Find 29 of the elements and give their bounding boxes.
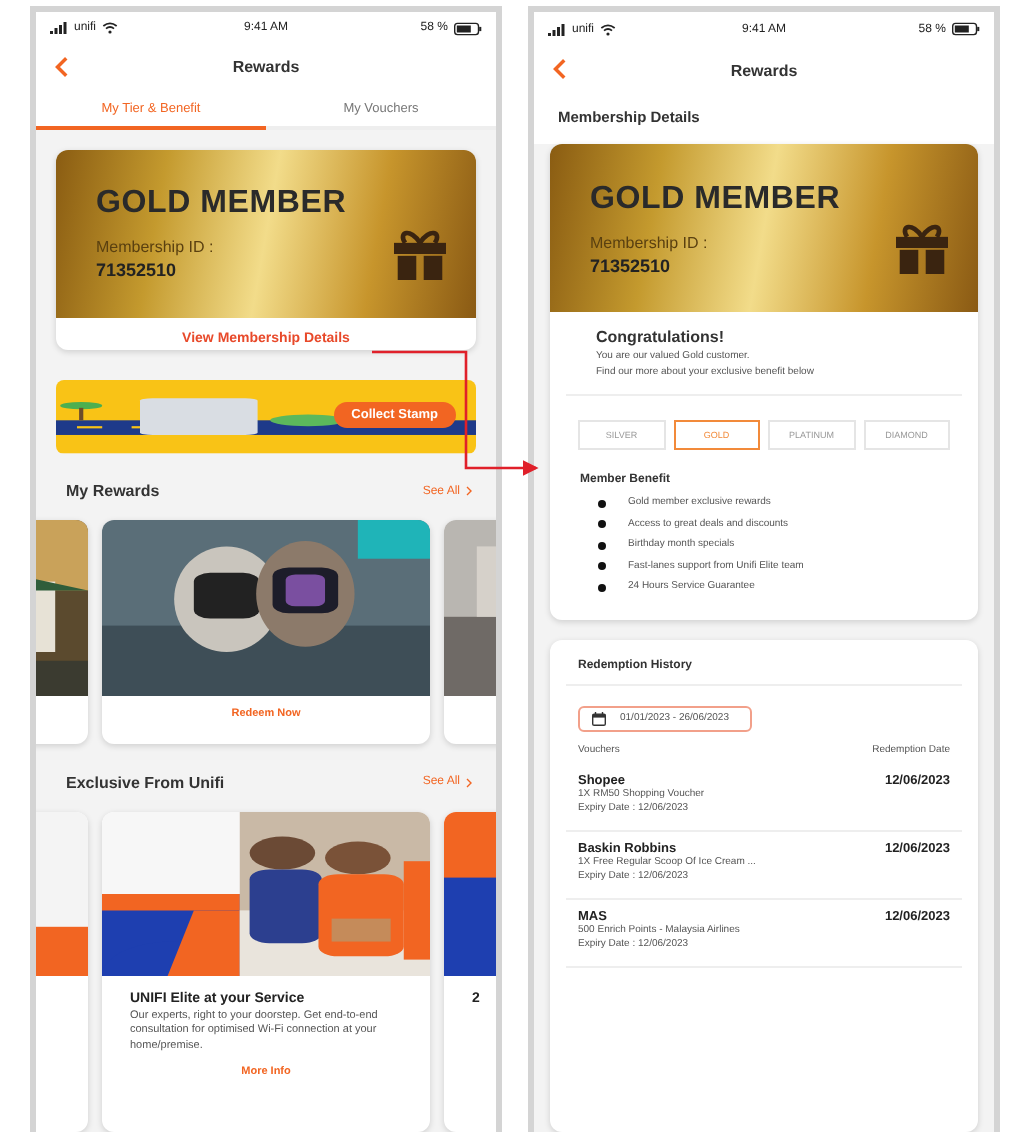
membership-id-label: Membership ID : <box>96 238 216 257</box>
congrats-title: Congratulations! <box>596 328 726 346</box>
bullet-dot <box>598 583 606 592</box>
screen-title: Rewards <box>232 58 300 77</box>
bullet-dot <box>598 541 606 550</box>
gift-icon <box>392 227 448 280</box>
calendar-icon <box>592 711 606 726</box>
back-icon[interactable] <box>552 58 566 80</box>
screen-title: Rewards <box>730 61 798 79</box>
membership-id-label: Membership ID : <box>590 233 710 251</box>
wifi-icon <box>102 22 119 35</box>
membership-id: 71352510 <box>96 260 179 281</box>
signal-icon <box>548 23 566 35</box>
back-icon[interactable] <box>54 56 68 79</box>
tier-title: GOLD MEMBER <box>590 181 841 217</box>
wifi-icon <box>600 23 617 35</box>
chevron-right-icon <box>466 777 472 788</box>
bullet-dot <box>598 520 606 529</box>
battery-icon <box>951 22 980 36</box>
battery-icon <box>453 21 482 36</box>
tier-title: GOLD MEMBER <box>96 186 347 223</box>
signal-icon <box>50 22 68 35</box>
membership-id: 71352510 <box>590 255 673 275</box>
chevron-right-icon <box>466 486 472 497</box>
section-title: Exclusive From Unifi <box>66 773 225 792</box>
bullet-dot <box>598 499 606 508</box>
bullet-dot <box>598 562 606 571</box>
gift-icon <box>894 222 950 274</box>
section-title: My Rewards <box>66 482 160 501</box>
